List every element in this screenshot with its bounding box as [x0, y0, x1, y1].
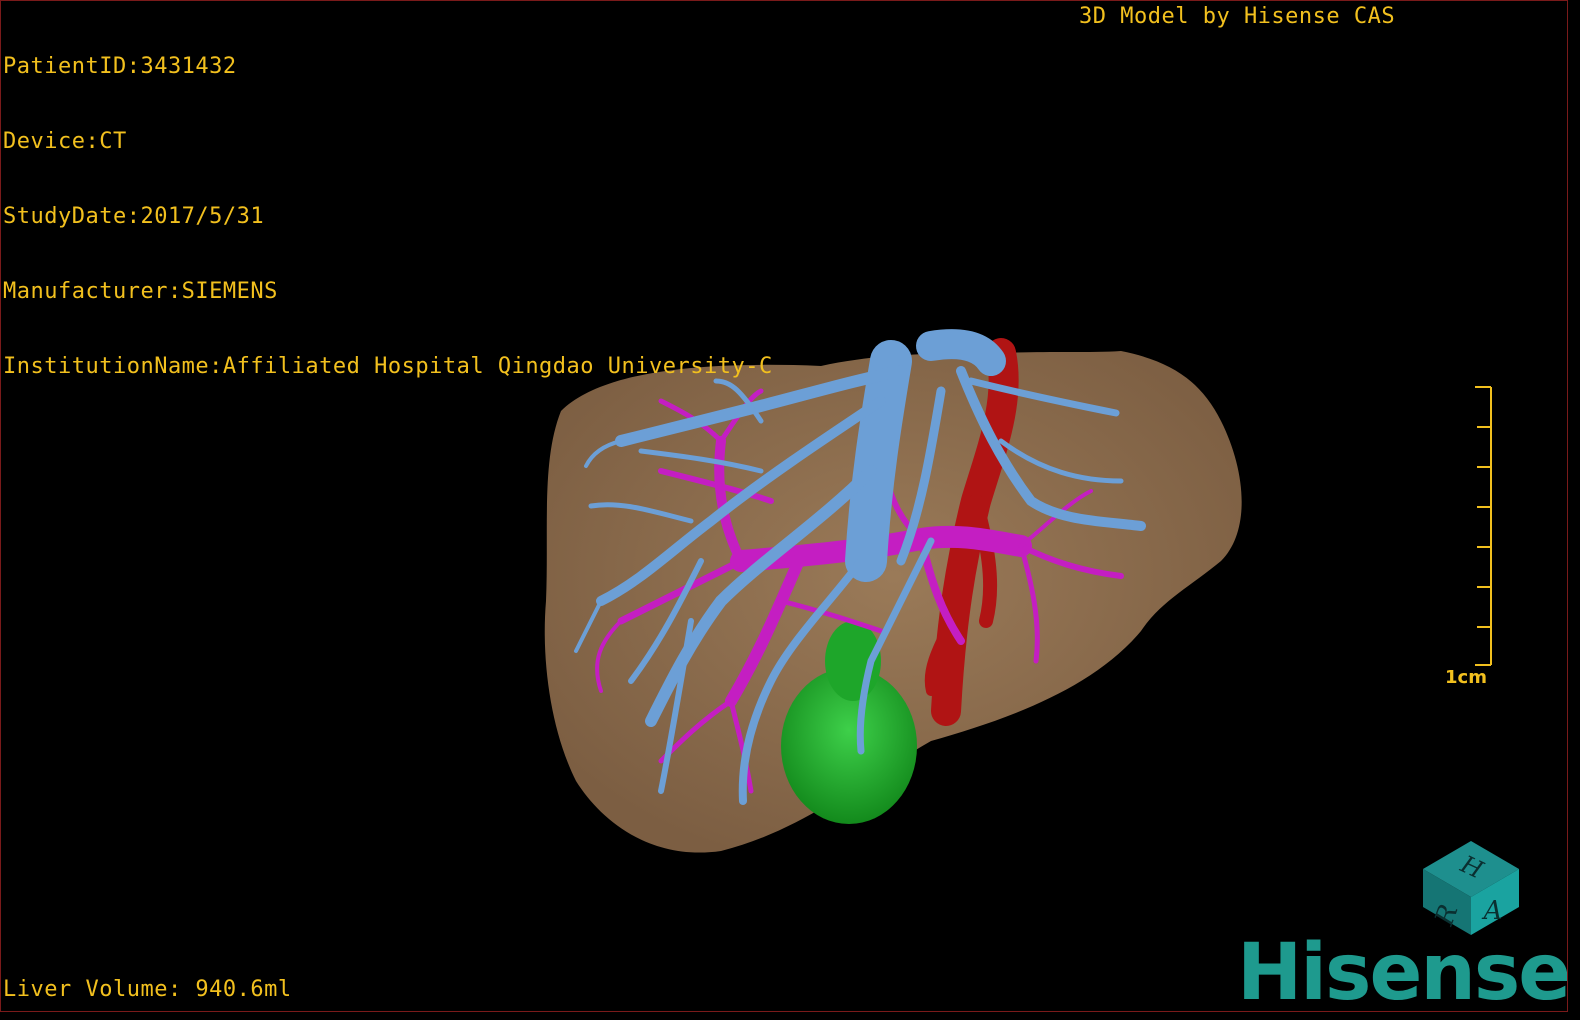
study-date: StudyDate:2017/5/31	[3, 204, 265, 229]
device: Device:CT	[3, 129, 127, 154]
3d-viewport[interactable]: PatientID:3431432 Device:CT StudyDate:20…	[0, 0, 1568, 1012]
cube-face-a: A	[1482, 896, 1503, 926]
orientation-cube-icon[interactable]: H R A	[1413, 831, 1529, 941]
patient-id: PatientID:3431432	[3, 54, 237, 79]
institution-name: InstitutionName:Affiliated Hospital Qing…	[3, 354, 773, 379]
patient-info-overlay: PatientID:3431432 Device:CT StudyDate:20…	[3, 4, 773, 429]
scale-bar-label: 1cm	[1445, 667, 1487, 688]
liver-volume: Liver Volume: 940.6ml	[3, 977, 292, 1002]
hisense-logo: Hisense	[1237, 928, 1568, 1012]
model-credit: 3D Model by Hisense CAS	[1079, 4, 1396, 29]
manufacturer: Manufacturer:SIEMENS	[3, 279, 278, 304]
scale-bar	[1475, 386, 1492, 666]
